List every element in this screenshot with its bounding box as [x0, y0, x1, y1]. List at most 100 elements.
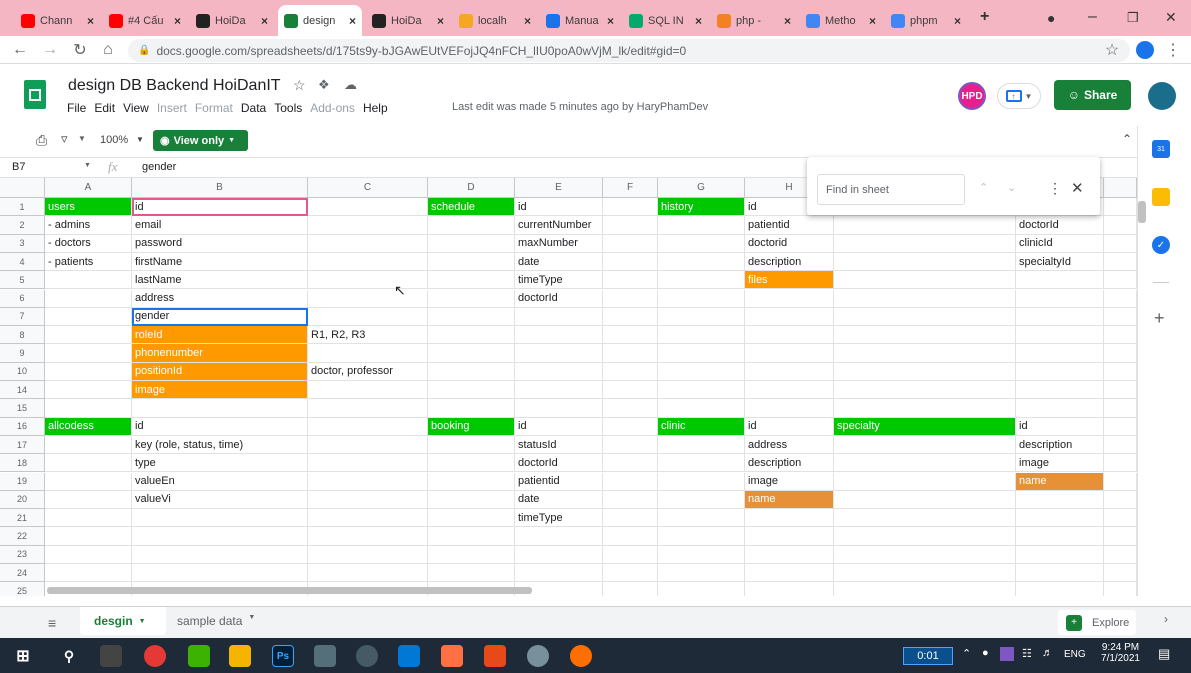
cloud-status-icon[interactable]: ☁ [344, 77, 357, 93]
zoom-chevron-icon[interactable]: ▼ [136, 135, 144, 144]
close-tab-icon[interactable]: × [695, 14, 702, 28]
row-header[interactable]: 23 [0, 545, 45, 564]
grid-cell-empty[interactable] [603, 252, 658, 272]
grid-cell-empty[interactable] [745, 344, 834, 363]
grid-cell-empty[interactable] [658, 362, 745, 381]
grid-cell-empty[interactable] [603, 234, 658, 253]
row-header[interactable]: 25 [0, 582, 45, 596]
tray-app-icon[interactable] [1000, 647, 1014, 661]
grid-cell[interactable]: id [515, 417, 603, 436]
grid-cell-empty[interactable] [745, 362, 834, 381]
grid-cell-empty[interactable] [1104, 490, 1137, 510]
grid-cell[interactable]: key (role, status, time) [132, 435, 308, 455]
menu-tools[interactable]: Tools [274, 101, 302, 115]
grid-cell[interactable]: image [745, 472, 834, 491]
grid-cell-empty[interactable] [1016, 381, 1104, 400]
grid-cell-empty[interactable] [428, 399, 515, 418]
grid-cell-empty[interactable] [658, 271, 745, 290]
column-header[interactable]: E [515, 178, 603, 198]
grid-cell[interactable]: booking [428, 417, 515, 436]
grid-cell-empty[interactable] [603, 545, 658, 564]
grid-cell-empty[interactable] [658, 289, 745, 308]
grid-cell-empty[interactable] [1016, 509, 1104, 528]
grid-cell[interactable]: R1, R2, R3 [308, 326, 428, 345]
menu-insert[interactable]: Insert [157, 101, 187, 115]
grid-cell-empty[interactable] [834, 326, 1016, 345]
sheet-tab-desgin[interactable]: desgin ▼ [80, 607, 166, 635]
app-tool-icon[interactable] [314, 645, 336, 667]
grid-cell-empty[interactable] [45, 326, 132, 345]
grid-cell-empty[interactable] [603, 326, 658, 345]
add-addon-icon[interactable]: + [1154, 308, 1165, 329]
close-tab-icon[interactable]: × [784, 14, 791, 28]
grid-cell-empty[interactable] [745, 289, 834, 308]
view-only-button[interactable]: ◉ View only ▼ [153, 130, 248, 151]
grid-cell[interactable]: address [745, 435, 834, 455]
chrome-icon[interactable] [144, 645, 166, 667]
notifications-icon[interactable]: ▤ [1158, 646, 1170, 662]
row-header[interactable]: 24 [0, 564, 45, 583]
grid-cell-empty[interactable] [834, 399, 1016, 418]
grid-cell-empty[interactable] [428, 545, 515, 564]
grid-cell[interactable]: id [1016, 417, 1104, 436]
grid-cell-empty[interactable] [745, 509, 834, 528]
grid-cell-empty[interactable] [308, 234, 428, 253]
grid-cell-empty[interactable] [428, 326, 515, 345]
grid-cell-empty[interactable] [834, 289, 1016, 308]
grid-cell-empty[interactable] [45, 399, 132, 418]
grid-cell-empty[interactable] [308, 307, 428, 327]
grid-cell-empty[interactable] [1104, 545, 1137, 564]
browser-tab[interactable]: HoiDa × [190, 5, 274, 36]
close-tab-icon[interactable]: × [437, 14, 444, 28]
maximize-icon[interactable]: ❐ [1127, 10, 1139, 26]
grid-cell-empty[interactable] [1016, 545, 1104, 564]
volume-icon[interactable]: ♬ [1042, 647, 1053, 659]
grid-cell[interactable]: lastName [132, 271, 308, 290]
reload-icon[interactable]: ↻ [70, 40, 90, 60]
bookmark-star-icon[interactable]: ☆ [1102, 40, 1122, 60]
grid-cell[interactable]: - doctors [45, 234, 132, 253]
grid-cell[interactable]: clinicId [1016, 234, 1104, 253]
grid-cell-empty[interactable] [308, 417, 428, 436]
grid-cell-empty[interactable] [428, 527, 515, 546]
grid-cell-empty[interactable] [658, 326, 745, 345]
grid-cell-empty[interactable] [1104, 252, 1137, 272]
grid-cell-empty[interactable] [308, 527, 428, 546]
grid-cell-empty[interactable] [1104, 344, 1137, 363]
grid-cell-empty[interactable] [1104, 454, 1137, 473]
grid-cell-empty[interactable] [132, 527, 308, 546]
star-icon[interactable]: ☆ [293, 77, 306, 94]
grid-cell-empty[interactable] [834, 344, 1016, 363]
tasks-icon[interactable]: ✓ [1152, 236, 1170, 254]
grid-cell-empty[interactable] [834, 490, 1016, 510]
grid-cell-empty[interactable] [1016, 399, 1104, 418]
new-tab-icon[interactable]: + [980, 8, 989, 26]
grid-cell-empty[interactable] [1104, 234, 1137, 253]
browser-tab[interactable]: #4 Cấu × [103, 5, 187, 36]
column-header[interactable]: A [45, 178, 132, 198]
grid-cell-empty[interactable] [308, 545, 428, 564]
browser-tab[interactable]: Chann × [15, 5, 100, 36]
grid-cell-empty[interactable] [745, 399, 834, 418]
grid-cell-empty[interactable] [515, 362, 603, 381]
grid-cell-empty[interactable] [515, 344, 603, 363]
grid-cell-empty[interactable] [603, 289, 658, 308]
sheets-logo-icon[interactable] [24, 80, 46, 109]
row-header[interactable]: 10 [0, 362, 45, 381]
menu-file[interactable]: File [67, 101, 86, 115]
grid-cell-empty[interactable] [1016, 564, 1104, 583]
grid-cell[interactable]: phonenumber [132, 344, 308, 363]
grid-cell[interactable]: files [745, 271, 834, 290]
grid-cell-empty[interactable] [658, 472, 745, 491]
windows-start-icon[interactable]: ⊞ [12, 645, 34, 667]
grid-cell-empty[interactable] [603, 417, 658, 436]
grid-cell[interactable]: roleId [132, 326, 308, 345]
grid-cell-empty[interactable] [1104, 271, 1137, 290]
side-panel-toggle-icon[interactable]: › [1164, 612, 1168, 626]
grid-cell-empty[interactable] [658, 399, 745, 418]
app-green-icon[interactable] [188, 645, 210, 667]
row-header[interactable]: 20 [0, 490, 45, 510]
account-avatar[interactable] [1148, 82, 1176, 110]
grid-cell-empty[interactable] [1016, 362, 1104, 381]
grid-cell-empty[interactable] [834, 435, 1016, 455]
